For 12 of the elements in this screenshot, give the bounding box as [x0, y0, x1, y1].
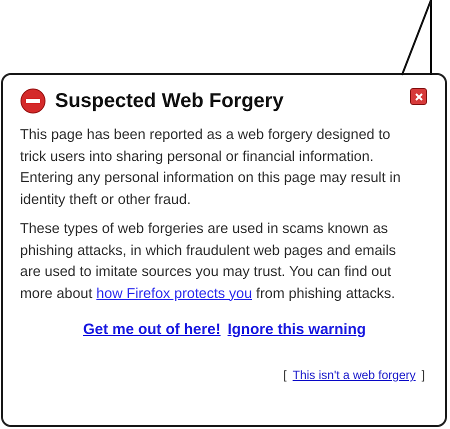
bracket: ] [422, 368, 425, 382]
warning-text: This page has been reported as a web forgery designed to trick users into sharing personal or financial information. Entering any personal information on this page may result in identity theft or other fraud. [20, 126, 402, 210]
close-icon [414, 92, 424, 102]
bracket: [ [283, 368, 287, 382]
explanation-text: These types of web forgeries are used in scams known as phishing attacks, in which fraudulent web pages and emails are used to imitate sources you may trust. You can find out more about how Firefox protects you from phishing attacks. [20, 220, 397, 304]
panel-title: Suspected Web Forgery [55, 90, 285, 112]
not-forgery-link[interactable]: This isn't a web forgery [292, 368, 416, 382]
ignore-warning-link[interactable]: Ignore this warning [228, 321, 366, 338]
close-button[interactable] [410, 88, 427, 105]
firefox-protection-link[interactable]: how Firefox protects you [96, 286, 252, 302]
leave-page-link[interactable]: Get me out of here! [83, 321, 221, 338]
stop-icon [20, 88, 46, 114]
